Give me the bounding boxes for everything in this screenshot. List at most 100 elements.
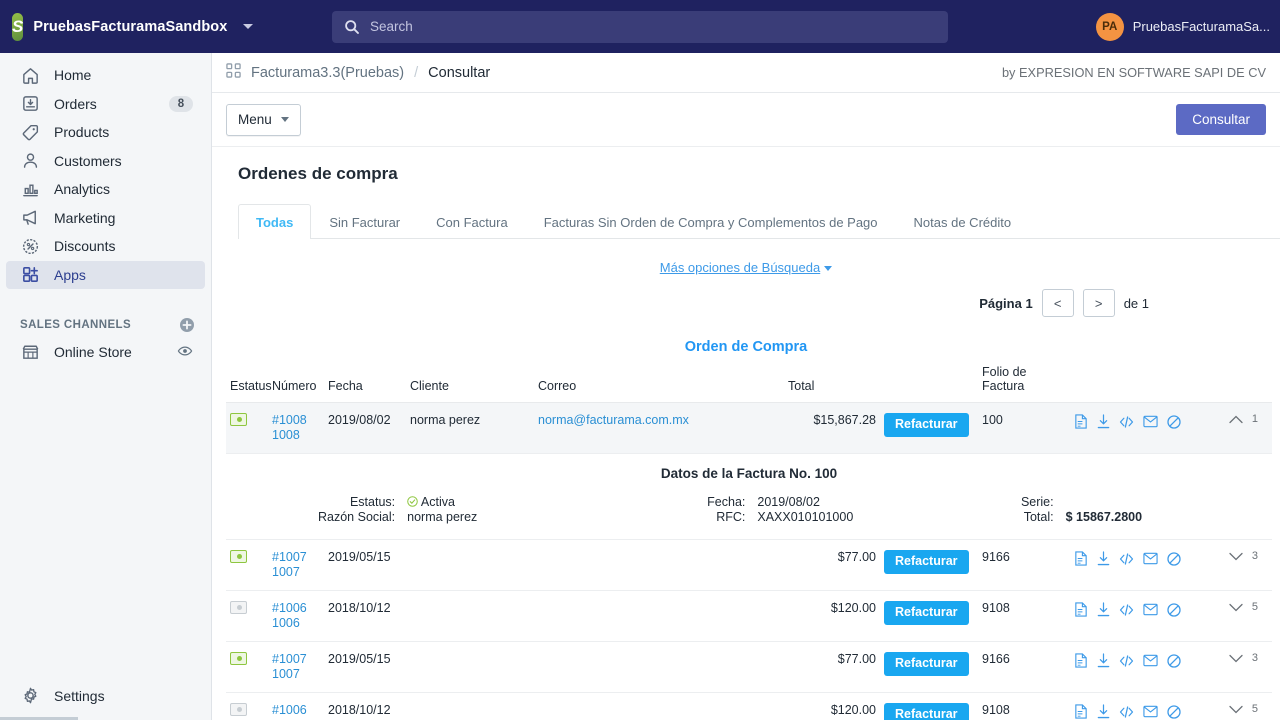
chevron-down-icon[interactable]	[1229, 552, 1243, 561]
cell-folio: 9108	[972, 693, 1070, 720]
sales-channels-header: SALES CHANNELS	[0, 312, 211, 338]
email-icon[interactable]	[1143, 705, 1158, 718]
email-icon[interactable]	[1143, 552, 1158, 565]
breadcrumb-app-link[interactable]: Facturama3.3(Pruebas)	[251, 65, 404, 81]
invoice-detail-grid: Estatus: Razón Social: Activa	[226, 495, 1272, 525]
cancel-icon[interactable]	[1167, 552, 1181, 566]
refacturar-button[interactable]: Refacturar	[884, 413, 969, 437]
order-number-link[interactable]: #1006	[272, 703, 320, 718]
pdf-icon[interactable]	[1074, 704, 1088, 719]
cancel-icon[interactable]	[1167, 705, 1181, 719]
order-number-sub[interactable]: 1006	[272, 616, 320, 631]
tab-todas[interactable]: Todas	[238, 204, 311, 239]
sidebar-item-discounts[interactable]: Discounts	[6, 232, 205, 261]
next-page-button[interactable]: >	[1083, 289, 1115, 317]
order-number-sub[interactable]: 1008	[272, 428, 320, 443]
table-row[interactable]: #1006 1006 2018/10/12 $120.00 Refacturar…	[226, 591, 1272, 642]
cancel-icon[interactable]	[1167, 654, 1181, 668]
order-number-sub[interactable]: 1007	[272, 565, 320, 580]
order-number-link[interactable]: #1007	[272, 550, 320, 565]
vertical-scrollbar[interactable]	[1274, 53, 1280, 720]
row-action-icons	[1074, 601, 1216, 617]
download-icon[interactable]	[1097, 551, 1110, 566]
download-icon[interactable]	[1097, 414, 1110, 429]
page-content: Ordenes de compra Todas Sin Facturar Con…	[212, 147, 1280, 720]
chevron-down-icon[interactable]	[1229, 705, 1243, 714]
tab-sin-facturar[interactable]: Sin Facturar	[311, 204, 418, 239]
search-input[interactable]: Search	[332, 11, 948, 43]
pdf-icon[interactable]	[1074, 653, 1088, 668]
column-header-folio: Folio de Factura	[972, 355, 1070, 403]
order-number-link[interactable]: #1008	[272, 413, 320, 428]
pdf-icon[interactable]	[1074, 551, 1088, 566]
order-number-link[interactable]: #1007	[272, 652, 320, 667]
xml-code-icon[interactable]	[1119, 552, 1134, 566]
expand-control[interactable]: 3	[1224, 652, 1268, 664]
tab-con-factura[interactable]: Con Factura	[418, 204, 526, 239]
sidebar-item-customers[interactable]: Customers	[6, 147, 205, 176]
table-row[interactable]: #1008 1008 2019/08/02 norma perez norma@…	[226, 403, 1272, 454]
invoice-detail-keys-3: Serie: Total:	[1021, 495, 1054, 525]
xml-code-icon[interactable]	[1119, 415, 1134, 429]
refacturar-button[interactable]: Refacturar	[884, 601, 969, 625]
sidebar-item-home[interactable]: Home	[6, 61, 205, 90]
xml-code-icon[interactable]	[1119, 603, 1134, 617]
table-row[interactable]: #1007 1007 2019/05/15 $77.00 Refacturar …	[226, 642, 1272, 693]
breadcrumb-left: Facturama3.3(Pruebas) / Consultar	[226, 63, 490, 82]
email-icon[interactable]	[1143, 654, 1158, 667]
menu-button[interactable]: Menu	[226, 104, 301, 136]
sidebar-item-label: Apps	[54, 267, 193, 283]
serie-key: Serie:	[1021, 495, 1054, 510]
refacturar-button[interactable]: Refacturar	[884, 550, 969, 574]
user-menu[interactable]: PA PruebasFacturamaSa...	[1068, 13, 1280, 41]
refacturar-button[interactable]: Refacturar	[884, 703, 969, 720]
download-icon[interactable]	[1097, 602, 1110, 617]
chevron-up-icon[interactable]	[1229, 415, 1243, 424]
email-icon[interactable]	[1143, 603, 1158, 616]
xml-code-icon[interactable]	[1119, 705, 1134, 719]
razon-social-value: norma perez	[407, 510, 477, 525]
cancel-icon[interactable]	[1167, 603, 1181, 617]
sidebar-item-orders[interactable]: Orders 8	[6, 90, 205, 119]
pagination: Página 1 < > de 1	[212, 277, 1280, 317]
xml-code-icon[interactable]	[1119, 654, 1134, 668]
eye-icon[interactable]	[177, 343, 193, 362]
store-switcher[interactable]: S PruebasFacturamaSandbox	[0, 13, 212, 41]
cancel-icon[interactable]	[1167, 415, 1181, 429]
email-icon[interactable]	[1143, 415, 1158, 428]
status-paid-icon	[230, 413, 247, 426]
consultar-button[interactable]: Consultar	[1176, 104, 1266, 135]
prev-page-button[interactable]: <	[1042, 289, 1074, 317]
order-number-link[interactable]: #1006	[272, 601, 320, 616]
pdf-icon[interactable]	[1074, 602, 1088, 617]
order-number-sub[interactable]: 1007	[272, 667, 320, 682]
expand-control[interactable]: 1	[1224, 413, 1268, 425]
expand-control[interactable]: 5	[1224, 601, 1268, 613]
search-icon	[344, 19, 360, 35]
expand-control[interactable]: 5	[1224, 703, 1268, 715]
tab-notas-de-credito[interactable]: Notas de Crédito	[896, 204, 1030, 239]
sidebar-item-products[interactable]: Products	[6, 118, 205, 147]
chevron-down-icon[interactable]	[1229, 603, 1243, 612]
sidebar-item-apps[interactable]: Apps	[6, 261, 205, 290]
sidebar-item-marketing[interactable]: Marketing	[6, 204, 205, 233]
cell-cliente	[406, 591, 534, 642]
column-header-actions	[1070, 355, 1220, 403]
sidebar-footer: Settings	[0, 682, 211, 720]
sidebar-item-settings[interactable]: Settings	[6, 682, 205, 711]
more-search-options-link[interactable]: Más opciones de Búsqueda	[660, 260, 832, 275]
plus-circle-icon[interactable]	[179, 317, 195, 333]
pdf-icon[interactable]	[1074, 414, 1088, 429]
refacturar-button[interactable]: Refacturar	[884, 652, 969, 676]
sidebar-item-online-store[interactable]: Online Store	[6, 338, 205, 367]
table-row[interactable]: #1007 1007 2019/05/15 $77.00 Refacturar …	[226, 540, 1272, 591]
table-row[interactable]: #1006 1006 2018/10/12 $120.00 Refacturar…	[226, 693, 1272, 720]
download-icon[interactable]	[1097, 653, 1110, 668]
customer-email-link[interactable]: norma@facturama.com.mx	[538, 413, 689, 427]
tab-facturas-sin-orden[interactable]: Facturas Sin Orden de Compra y Complemen…	[526, 204, 896, 239]
chevron-down-icon[interactable]	[1229, 654, 1243, 663]
cell-folio: 9166	[972, 540, 1070, 591]
sidebar-item-analytics[interactable]: Analytics	[6, 175, 205, 204]
expand-control[interactable]: 3	[1224, 550, 1268, 562]
download-icon[interactable]	[1097, 704, 1110, 719]
